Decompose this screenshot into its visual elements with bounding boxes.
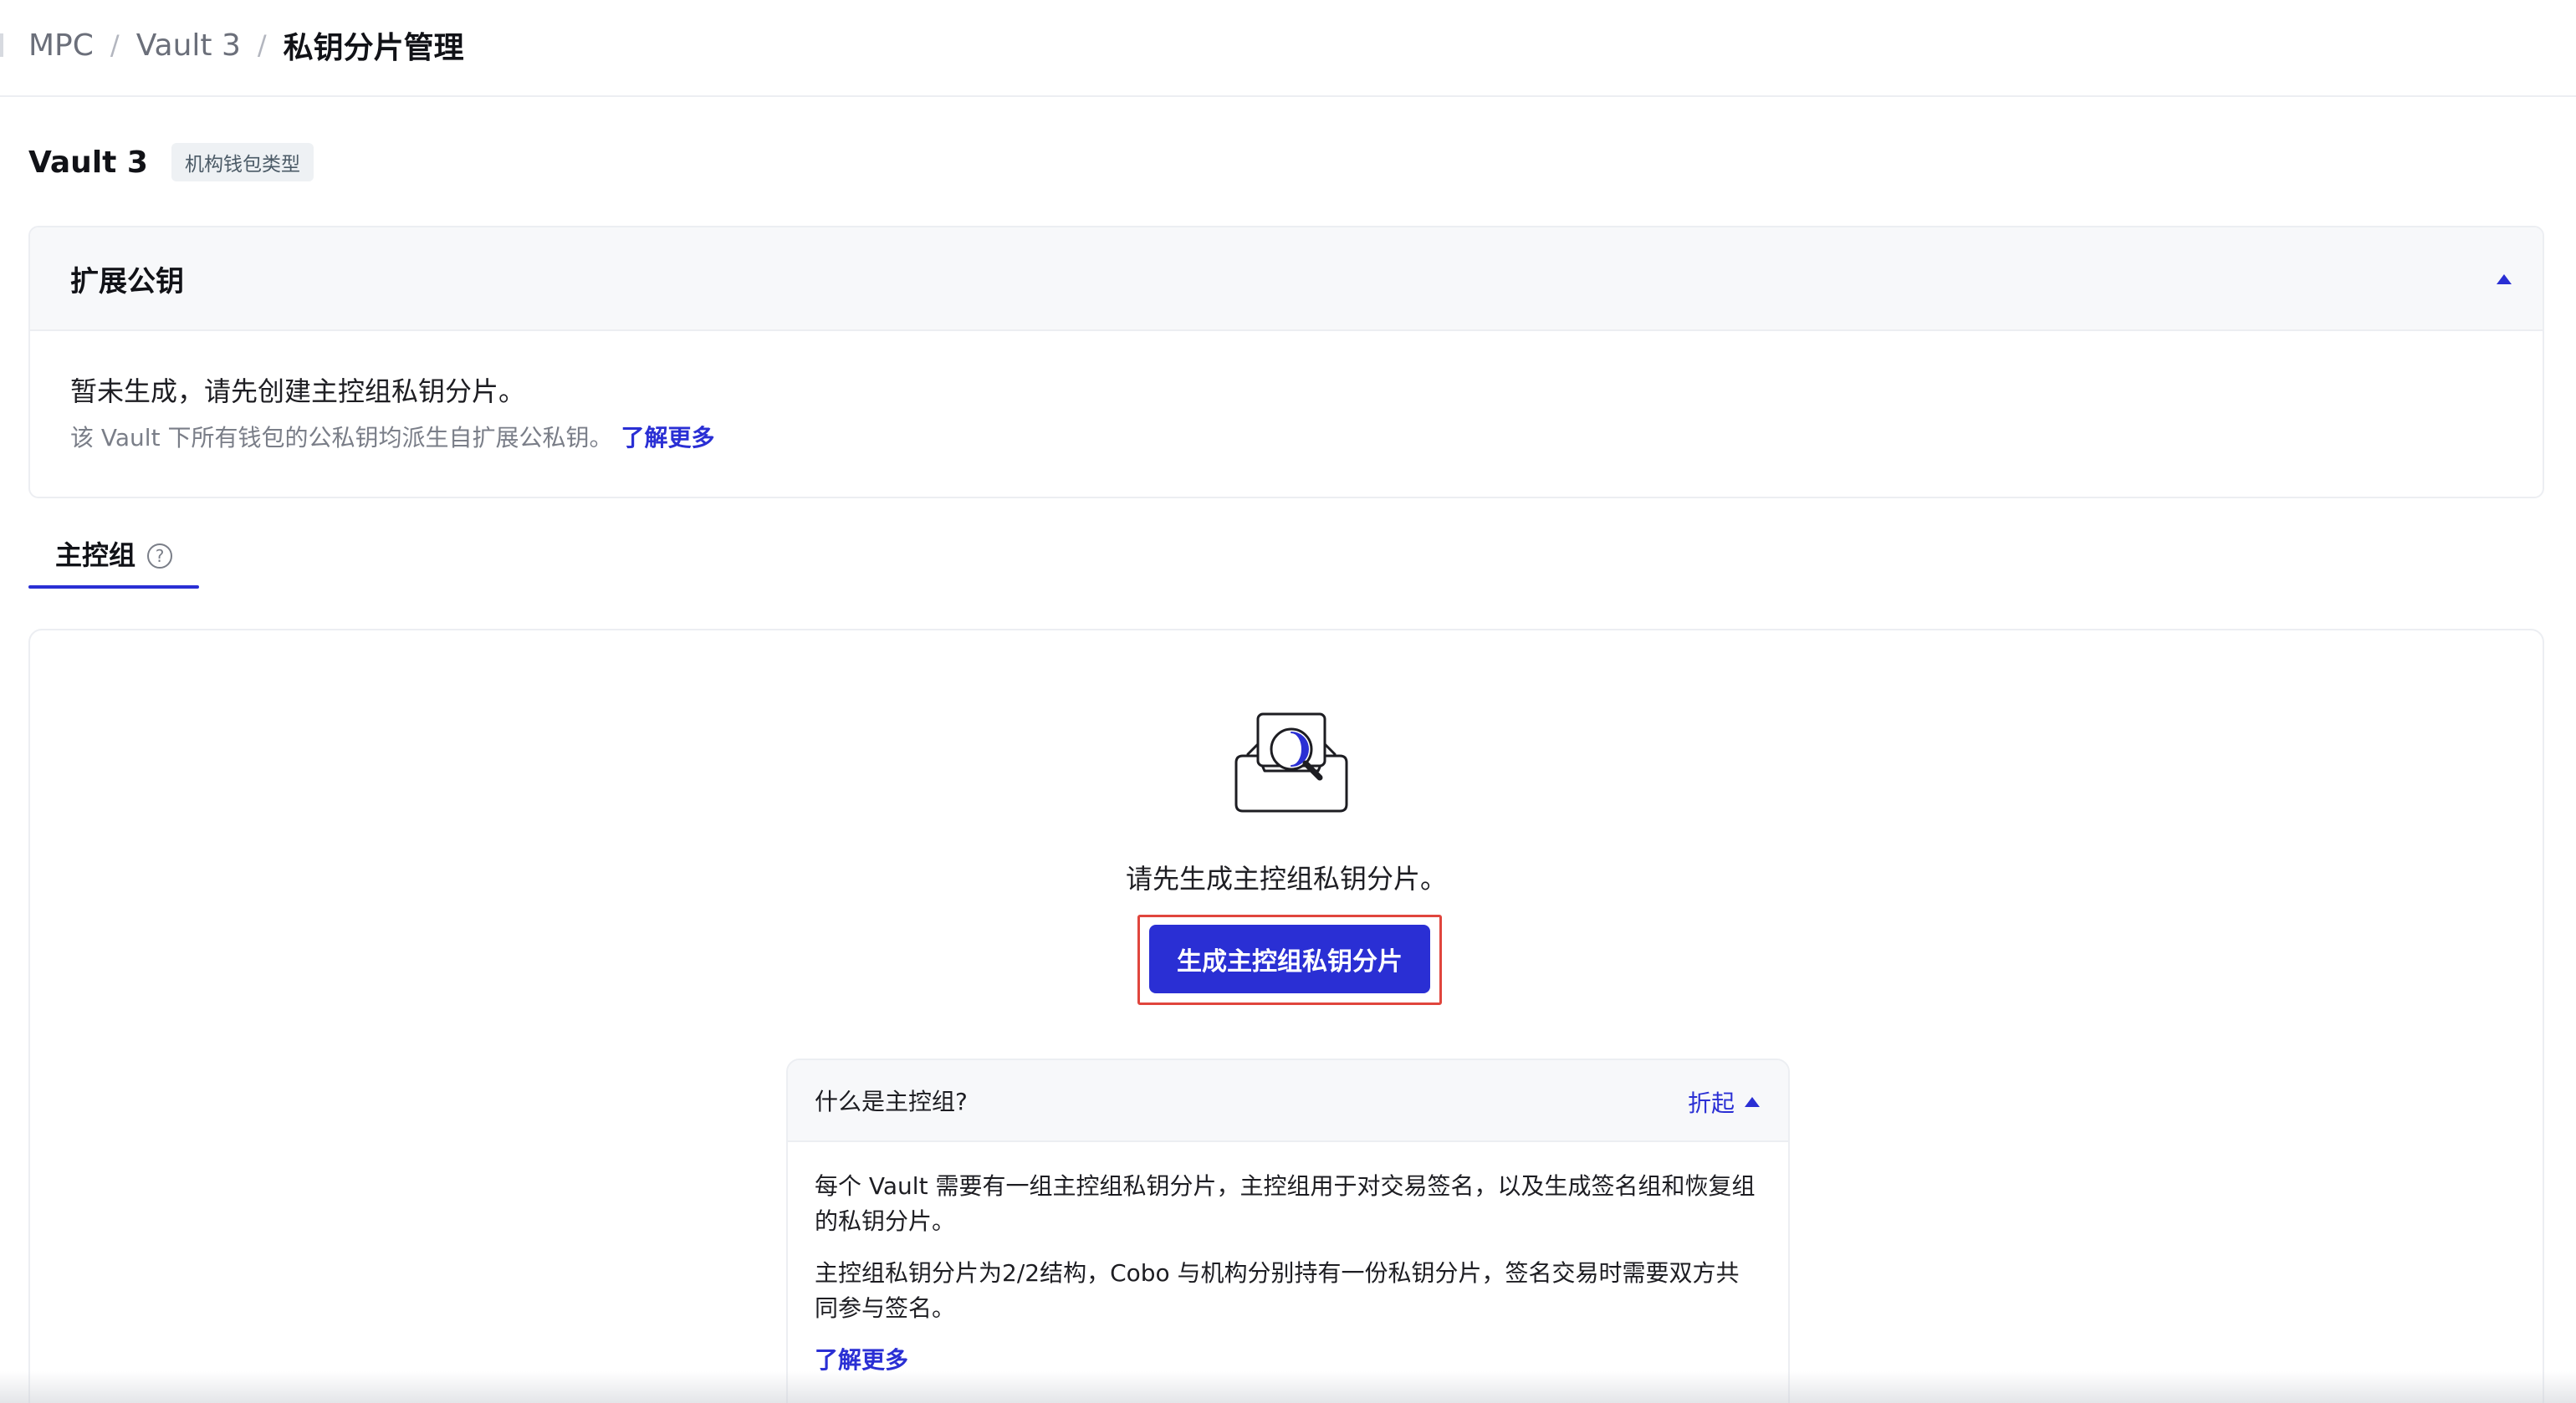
info-box-title: 什么是主控组? <box>815 1088 968 1115</box>
xpub-panel-header[interactable]: 扩展公钥 <box>30 227 2543 331</box>
breadcrumb-separator: / <box>257 29 267 61</box>
info-learn-more-link[interactable]: 了解更多 <box>815 1346 908 1374</box>
bottom-shadow <box>0 1371 2576 1403</box>
xpub-status-text: 暂未生成，请先创建主控组私钥分片。 <box>70 375 526 407</box>
xpub-description: 该 Vault 下所有钱包的公私钥均派生自扩展公私钥。 了解更多 <box>70 421 2502 455</box>
xpub-title: 扩展公钥 <box>70 264 184 298</box>
sidebar-edge <box>0 33 3 57</box>
info-paragraph-2: 主控组私钥分片为2/2结构，Cobo 与机构分别持有一份私钥分片，签名交易时需要… <box>815 1256 1761 1326</box>
tab-bar: 主控组 ? <box>28 535 199 589</box>
vault-name: Vault 3 <box>28 145 148 180</box>
tab-master-group[interactable]: 主控组 ? <box>28 535 199 589</box>
xpub-description-text: 该 Vault 下所有钱包的公私钥均派生自扩展公私钥。 <box>70 424 613 452</box>
generate-master-shard-button[interactable]: 生成主控组私钥分片 <box>1149 925 1430 993</box>
info-paragraph-2-line-1: 主控组私钥分片为2/2结构，Cobo 与机构分别持有一份私钥分片，签名交易时需要… <box>815 1259 1740 1287</box>
info-paragraph-1-line-1: 每个 Vault 需要有一组主控组私钥分片，主控组用于对交易签名，以及生成签名组… <box>815 1172 1756 1200</box>
empty-search-icon <box>1234 712 1348 813</box>
question-circle-icon[interactable]: ? <box>147 543 173 569</box>
empty-state-text: 请先生成主控组私钥分片。 <box>1125 863 1447 895</box>
info-paragraph-2-line-2: 同参与签名。 <box>815 1294 956 1322</box>
info-paragraph-1: 每个 Vault 需要有一组主控组私钥分片，主控组用于对交易签名，以及生成签名组… <box>815 1169 1761 1239</box>
info-paragraph-1-line-2: 的私钥分片。 <box>815 1207 956 1235</box>
master-group-card: 请先生成主控组私钥分片。 生成主控组私钥分片 什么是主控组? 折起 每个 Vau… <box>28 629 2544 1403</box>
tab-master-group-label: 主控组 <box>55 539 136 571</box>
breadcrumb: MPC / Vault 3 / 私钥分片管理 <box>28 23 464 67</box>
info-box-body: 每个 Vault 需要有一组主控组私钥分片，主控组用于对交易签名，以及生成签名组… <box>788 1142 1788 1378</box>
caret-up-icon <box>1745 1097 1760 1107</box>
xpub-panel-body: 暂未生成，请先创建主控组私钥分片。 该 Vault 下所有钱包的公私钥均派生自扩… <box>30 331 2543 455</box>
vault-type-badge: 机构钱包类型 <box>171 143 314 181</box>
xpub-learn-more-link[interactable]: 了解更多 <box>621 424 714 452</box>
breadcrumb-mpc[interactable]: MPC <box>28 28 94 63</box>
tab-active-indicator <box>28 585 199 589</box>
breadcrumb-current: 私钥分片管理 <box>283 31 464 65</box>
top-bar: MPC / Vault 3 / 私钥分片管理 <box>0 0 2576 97</box>
fold-label: 折起 <box>1687 1089 1735 1117</box>
vault-title-row: Vault 3 机构钱包类型 <box>28 142 314 182</box>
page: MPC / Vault 3 / 私钥分片管理 Vault 3 机构钱包类型 扩展… <box>0 0 2576 1403</box>
caret-up-icon[interactable] <box>2491 266 2517 293</box>
breadcrumb-vault[interactable]: Vault 3 <box>136 28 241 63</box>
info-box-header: 什么是主控组? 折起 <box>788 1060 1788 1142</box>
fold-button[interactable]: 折起 <box>1688 1085 1760 1119</box>
breadcrumb-separator: / <box>110 29 120 61</box>
xpub-panel: 扩展公钥 暂未生成，请先创建主控组私钥分片。 该 Vault 下所有钱包的公私钥… <box>28 226 2544 498</box>
master-group-info-box: 什么是主控组? 折起 每个 Vault 需要有一组主控组私钥分片，主控组用于对交… <box>786 1059 1790 1403</box>
